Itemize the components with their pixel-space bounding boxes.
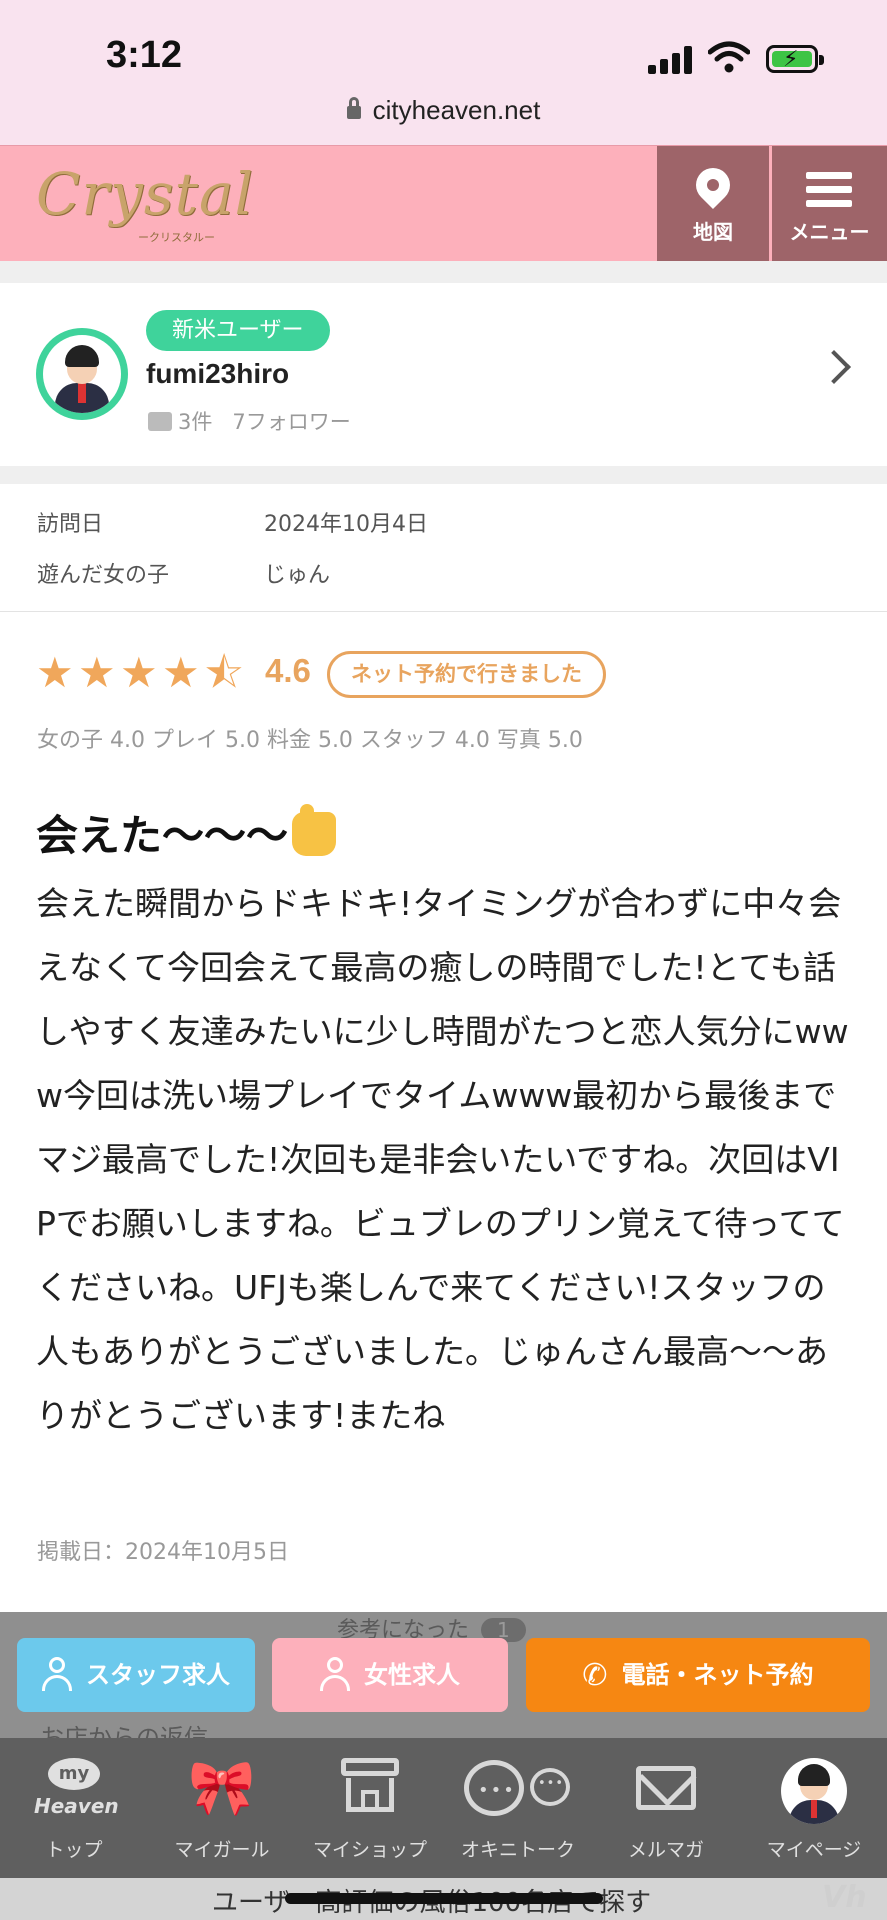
avatar[interactable] <box>36 328 128 420</box>
url-text: cityheaven.net <box>372 95 541 125</box>
tab-top[interactable]: my Heaven トップ <box>0 1738 148 1878</box>
comment-icon <box>148 412 172 431</box>
thumbs-up-icon <box>292 804 337 856</box>
map-label: 地図 <box>693 220 733 244</box>
shop-icon <box>341 1758 399 1814</box>
home-indicator[interactable] <box>285 1893 603 1904</box>
female-recruit-button[interactable]: 女性求人 <box>272 1638 508 1712</box>
lock-icon <box>346 97 361 119</box>
user-stats: 3件 7フォロワー <box>148 406 351 436</box>
half-star-icon: ⯪ <box>204 648 244 697</box>
tab-mypage[interactable]: マイページ <box>740 1738 887 1878</box>
phone-icon: ✆ <box>582 1658 608 1693</box>
reviewer-card[interactable]: 新米ユーザー fumi23hiro 3件 7フォロワー <box>0 283 887 466</box>
tab-mygirl[interactable]: 🎀 マイガール <box>148 1738 296 1878</box>
map-pin-icon <box>688 160 738 210</box>
myheaven-logo-icon: my Heaven <box>34 1758 119 1822</box>
username[interactable]: fumi23hiro <box>146 358 289 390</box>
menu-button[interactable]: メニュー <box>772 146 887 262</box>
star-icon: ★ <box>78 648 116 697</box>
watermark-logo: Vh <box>822 1880 867 1915</box>
menu-label: メニュー <box>789 220 870 244</box>
user-avatar-icon <box>781 1758 847 1824</box>
phone-reservation-button[interactable]: ✆ 電話・ネット予約 <box>526 1638 870 1712</box>
site-header: Crystal ークリスタルー 地図 メニュー <box>0 145 887 262</box>
star-icon: ★ <box>162 648 200 697</box>
star-icon: ★ <box>36 648 74 697</box>
net-reservation-badge: ネット予約で行きました <box>327 651 606 698</box>
girl-label: 遊んだ女の子 <box>37 563 170 588</box>
address-bar[interactable]: cityheaven.net <box>0 95 887 126</box>
shop-logo-sub: ークリスタルー <box>138 231 215 244</box>
visit-info: 訪問日 2024年10月4日 遊んだ女の子 じゅん <box>0 484 887 612</box>
tab-myshop[interactable]: マイショップ <box>296 1738 444 1878</box>
map-button[interactable]: 地図 <box>657 146 769 262</box>
tab-mailmag[interactable]: メルマガ <box>592 1738 740 1878</box>
wifi-icon <box>708 41 750 73</box>
user-rank-badge: 新米ユーザー <box>146 310 330 351</box>
chat-bubbles-icon: ••• ••• <box>464 1758 572 1820</box>
battery-icon: ⚡ <box>766 45 824 73</box>
girl-name[interactable]: じゅん <box>264 557 330 589</box>
star-icon: ★ <box>120 648 158 697</box>
follower-count: 7フォロワー <box>232 410 351 434</box>
rating-score: 4.6 <box>265 652 311 689</box>
clock: 3:12 <box>106 34 183 76</box>
bottom-tab-bar: my Heaven トップ 🎀 マイガール マイショップ ••• ••• オキニトー… <box>0 1738 887 1878</box>
posted-date: 掲載日：2024年10月5日 <box>37 1540 289 1565</box>
divider <box>0 466 887 484</box>
mail-icon <box>636 1766 696 1810</box>
ribbon-icon: 🎀 <box>188 1756 256 1819</box>
shop-reply-label: お店からの返信 <box>40 1724 208 1738</box>
visit-date-label: 訪問日 <box>37 512 104 537</box>
post-count: 3件 <box>178 410 213 434</box>
hamburger-icon <box>806 172 852 214</box>
person-icon <box>320 1657 350 1691</box>
review-body: 会えた瞬間からドキドキ!タイミングが合わずに中々会えなくて今回会えて最高の癒しの… <box>36 884 849 1435</box>
visit-date-value: 2024年10月4日 <box>264 512 428 537</box>
tab-talk[interactable]: ••• ••• オキニトーク <box>444 1738 592 1878</box>
staff-recruit-button[interactable]: スタッフ求人 <box>17 1638 255 1712</box>
person-icon <box>42 1657 72 1691</box>
signal-icon <box>648 46 694 74</box>
rating-breakdown: 女の子 4.0 プレイ 5.0 料金 5.0 スタッフ 4.0 写真 5.0 <box>37 728 583 753</box>
chevron-right-icon[interactable] <box>817 350 851 384</box>
review-title: 会えた〜〜〜 <box>36 802 337 863</box>
shop-logo[interactable]: Crystal <box>36 160 254 228</box>
status-bar: 3:12 ⚡ cityheaven.net <box>0 0 887 145</box>
divider <box>0 261 887 283</box>
